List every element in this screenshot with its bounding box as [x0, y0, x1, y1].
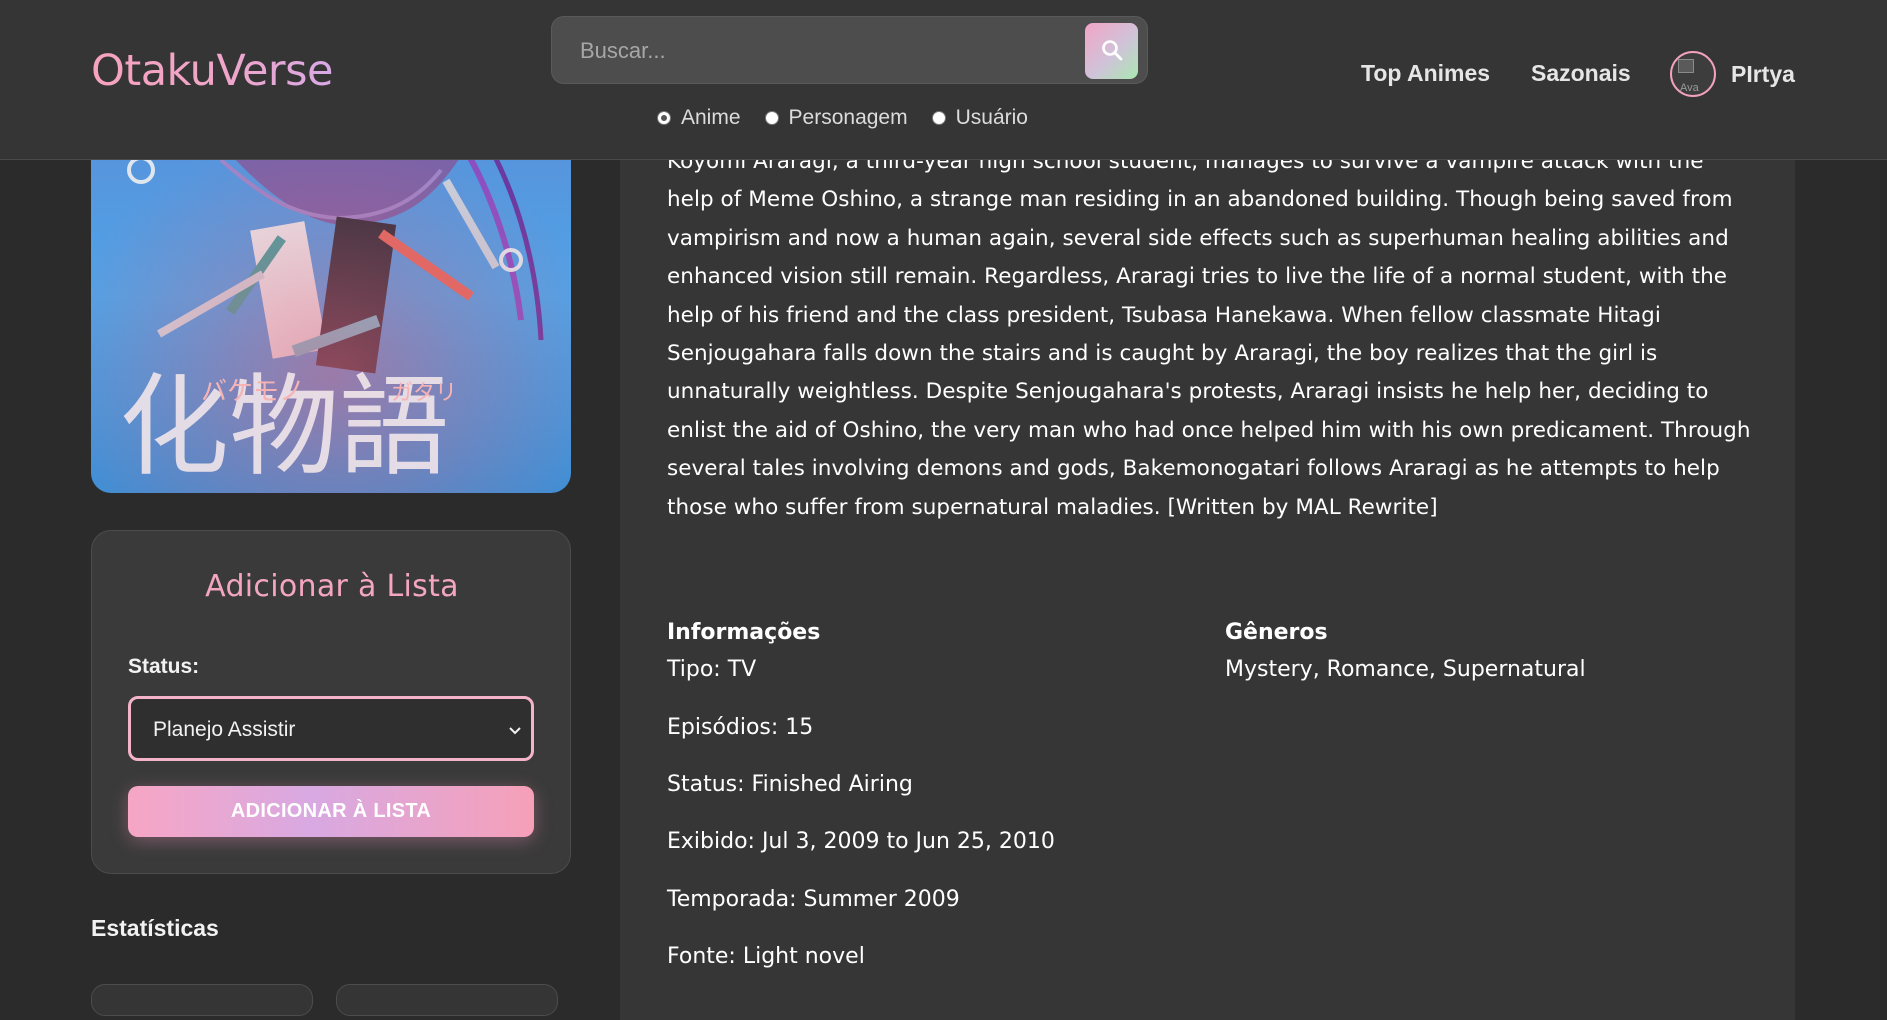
genres-heading: Gêneros: [1225, 620, 1328, 645]
radio-button[interactable]: [931, 111, 946, 125]
search-input[interactable]: [578, 17, 1062, 85]
top-header: OtakuVerse Anime Personagem Usuário Top …: [0, 0, 1887, 160]
site-logo[interactable]: OtakuVerse: [91, 46, 333, 96]
chevron-down-icon: [507, 721, 523, 745]
status-select-value: Planejo Assistir: [153, 718, 296, 741]
genres-list: Mystery, Romance, Supernatural: [1225, 657, 1586, 682]
broken-image-icon: [1678, 59, 1694, 73]
radio-button[interactable]: [764, 111, 779, 125]
stats-title: Estatísticas: [91, 915, 219, 941]
info-source: Fonte: Light novel: [667, 944, 865, 969]
radio-character[interactable]: Personagem: [764, 106, 908, 130]
status-select[interactable]: Planejo Assistir: [128, 696, 534, 761]
info-status: Status: Finished Airing: [667, 772, 913, 797]
search-bar: [551, 16, 1148, 85]
username[interactable]: PIrtya: [1731, 61, 1795, 88]
nav-seasonal[interactable]: Sazonais: [1531, 60, 1631, 87]
radio-label: Usuário: [955, 106, 1028, 129]
avatar-alt-text: Ava: [1680, 82, 1699, 94]
stat-card: [336, 984, 558, 1016]
add-to-list-title: Adicionar à Lista: [205, 569, 459, 604]
info-episodes: Episódios: 15: [667, 715, 814, 740]
poster-kana-right: ガタリ: [391, 381, 457, 406]
info-season: Temporada: Summer 2009: [667, 887, 960, 912]
poster-kana-left: バケモノ: [201, 377, 305, 407]
synopsis-text: Koyomi Araragi, a third-year high school…: [667, 149, 1751, 520]
search-type-options: Anime Personagem Usuário: [657, 106, 1052, 130]
info-heading: Informações: [667, 620, 821, 645]
radio-label: Personagem: [788, 106, 908, 129]
search-button[interactable]: [1085, 23, 1138, 79]
search-icon: [1100, 38, 1124, 65]
add-to-list-button[interactable]: ADICIONAR À LISTA: [128, 786, 534, 837]
info-type: Tipo: TV: [667, 657, 757, 682]
info-aired: Exibido: Jul 3, 2009 to Jun 25, 2010: [667, 829, 1055, 854]
radio-label: Anime: [681, 106, 741, 129]
radio-anime[interactable]: Anime: [657, 106, 741, 130]
nav-top-animes[interactable]: Top Animes: [1361, 60, 1490, 87]
radio-user[interactable]: Usuário: [931, 106, 1028, 130]
avatar[interactable]: Ava: [1670, 51, 1716, 97]
radio-button[interactable]: [657, 111, 671, 125]
status-label: Status:: [128, 655, 200, 678]
stat-card: [91, 984, 313, 1016]
